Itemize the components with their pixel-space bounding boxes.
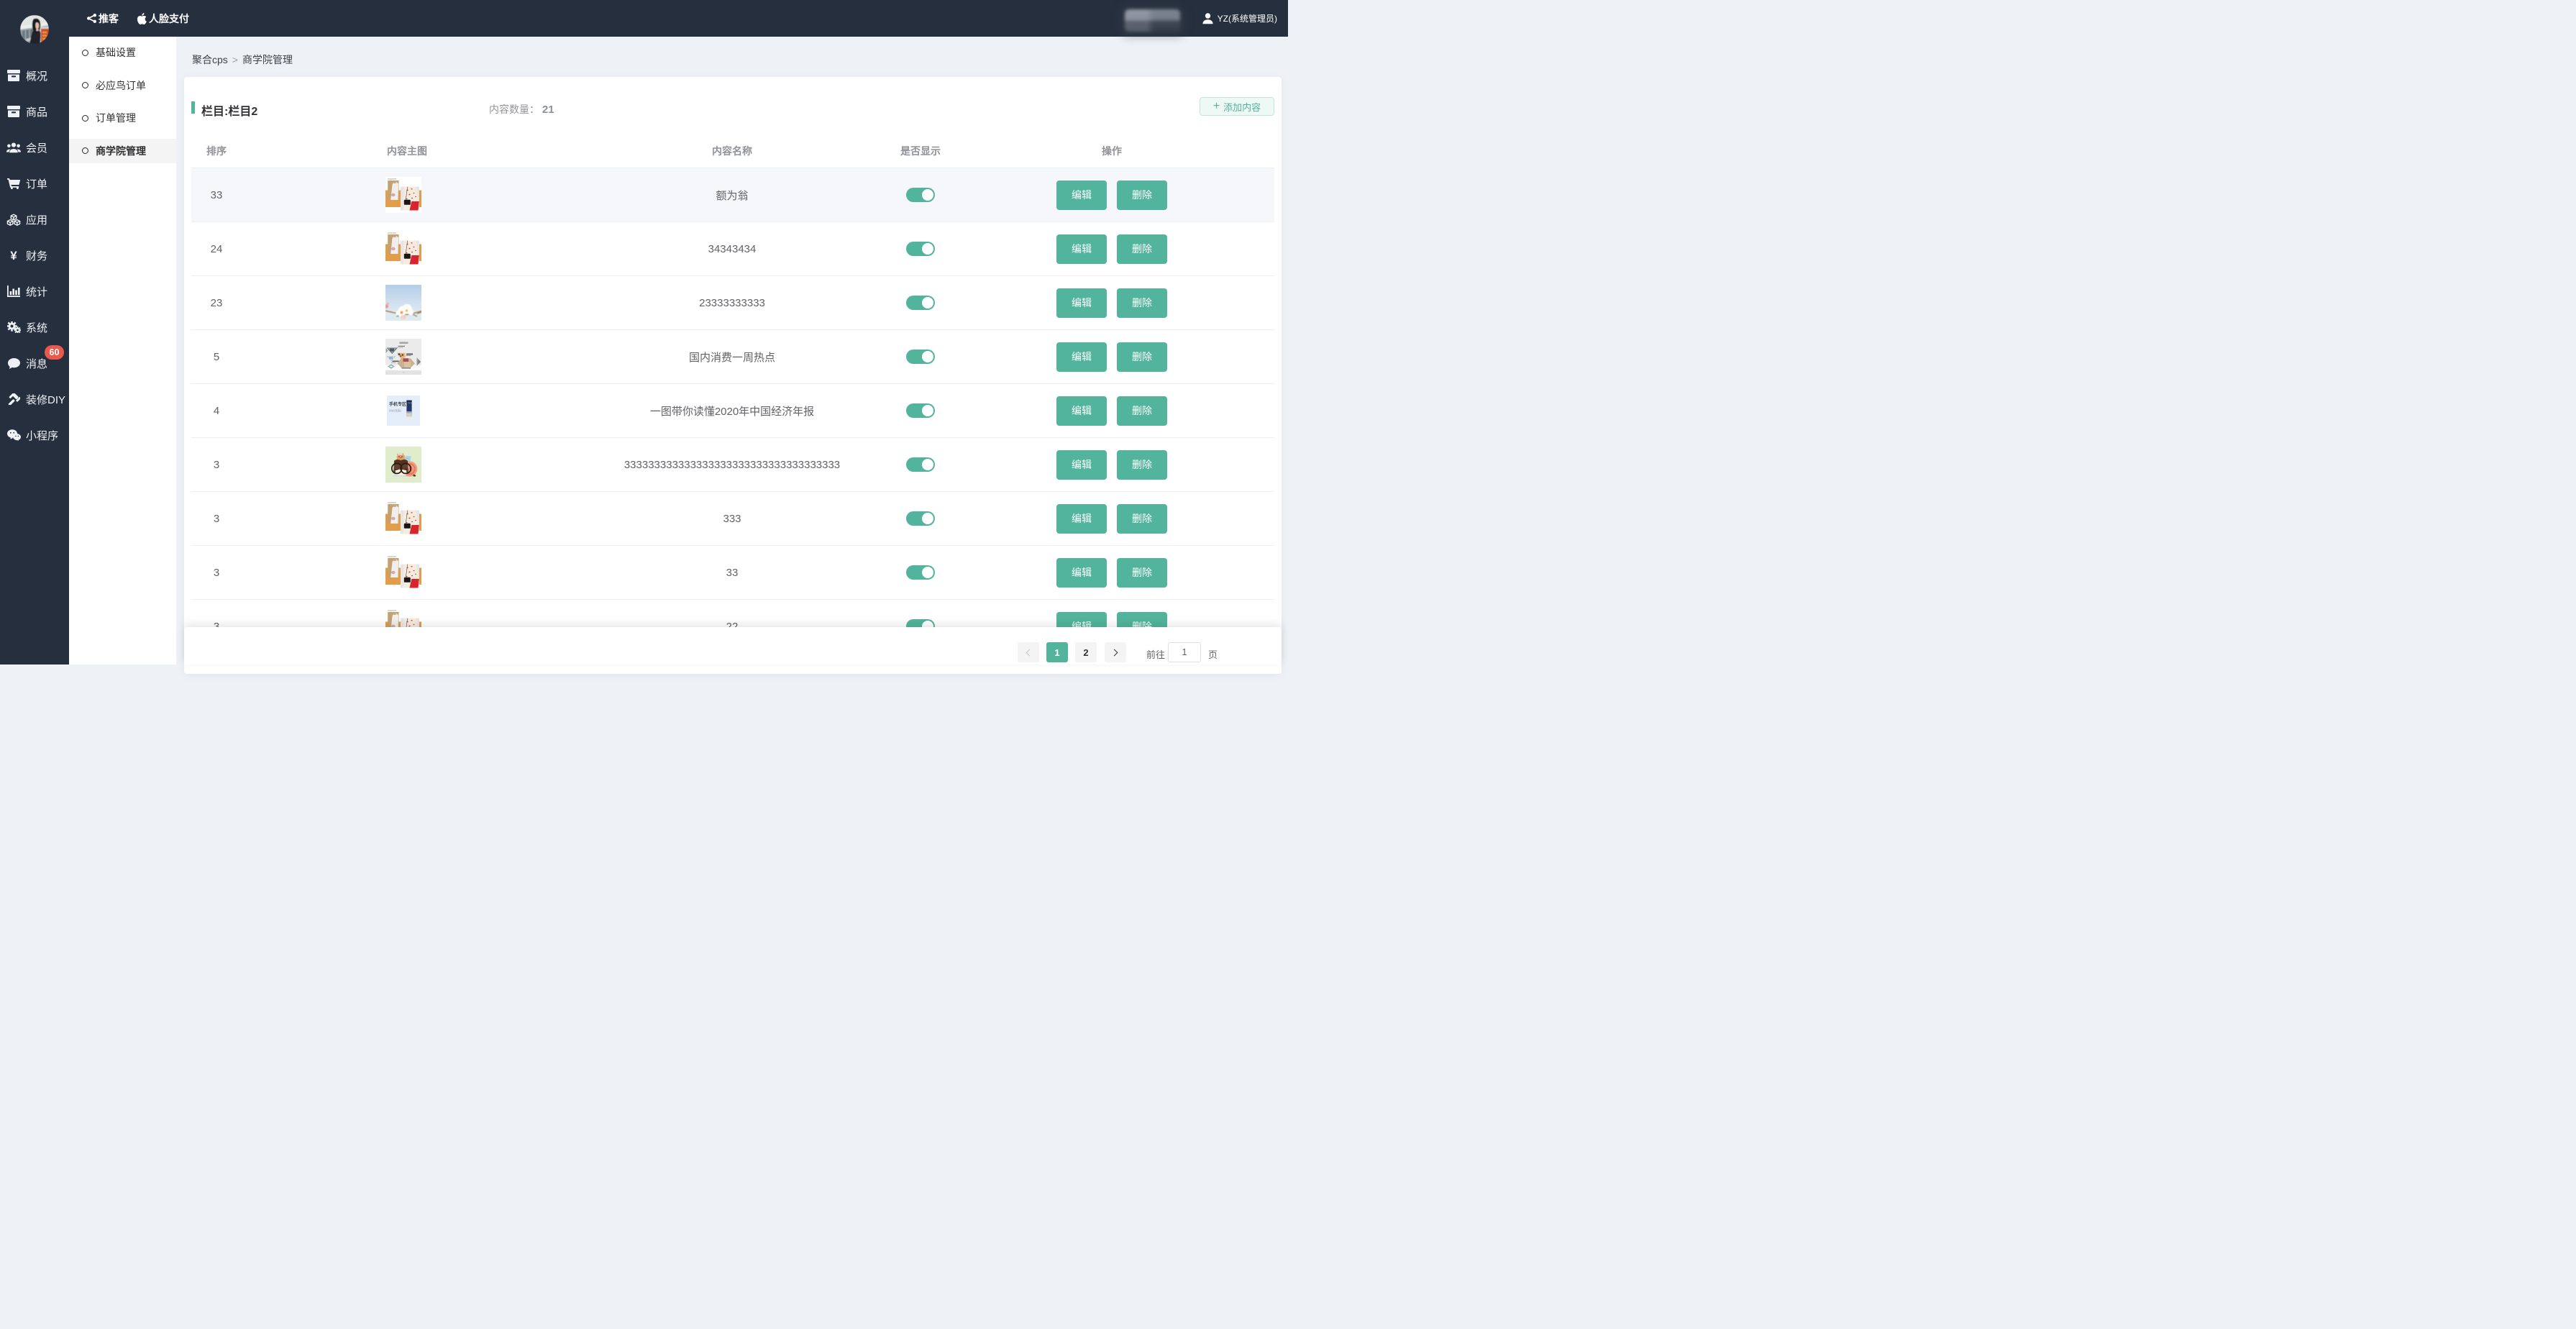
svg-text:手机专区: 手机专区: [389, 401, 406, 407]
svg-text:19:12: 19:12: [408, 401, 413, 404]
